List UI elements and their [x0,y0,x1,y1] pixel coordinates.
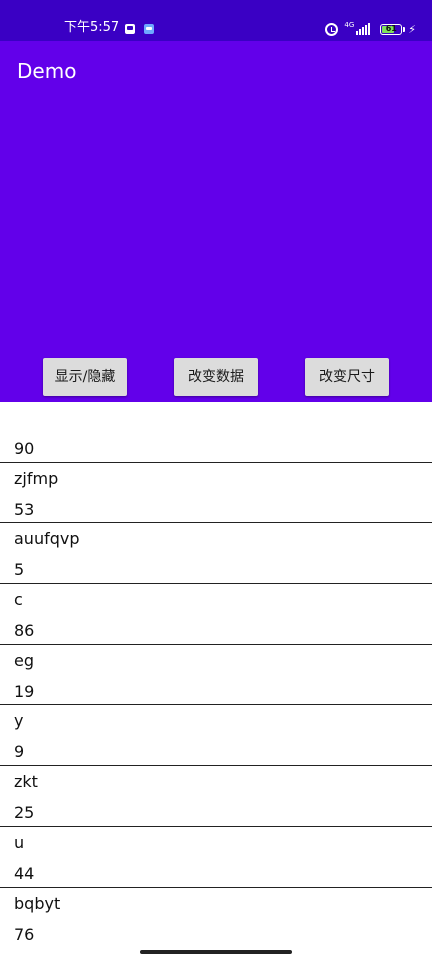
list-item-title: u [14,832,25,852]
screen: 下午5:57 4G 61 ⚡ Demo 显示/隐藏 改变数据 改变尺寸 90 z… [0,0,432,960]
list-item-title: eg [14,650,34,670]
list-item[interactable]: c 86 [0,584,432,645]
list-item-title: zkt [14,772,38,792]
list-item[interactable]: bqbyt 76 [0,888,432,949]
list-item-value: 90 [14,439,35,458]
item-list[interactable]: 90 zjfmp 53 auufqvp 5 c 86 eg 19 y 9 zkt… [0,402,432,948]
list-item-title: bqbyt [14,893,61,913]
list-item-value: 76 [14,924,35,944]
toggle-visibility-button[interactable]: 显示/隐藏 [43,358,127,396]
list-item[interactable]: 90 [0,402,432,463]
battery-level: 61 [385,23,397,33]
list-item-title: y [14,711,24,731]
list-item-value: 86 [14,621,35,641]
status-bar: 下午5:57 4G 61 ⚡ [0,0,432,41]
header-panel: Demo 显示/隐藏 改变数据 改变尺寸 [0,41,432,402]
list-item-value: 19 [14,681,35,701]
list-item[interactable]: auufqvp 5 [0,523,432,585]
app-title: Demo [17,59,77,83]
notification-icon [125,24,135,34]
status-time: 下午5:57 [64,20,120,35]
list-item-value: 5 [14,560,25,580]
list-item[interactable]: eg 19 [0,645,432,706]
list-item-title: c [14,590,23,610]
message-notification-icon [144,24,154,34]
list-item[interactable]: zkt 25 [0,766,432,827]
alarm-icon [325,22,339,36]
charging-icon: ⚡ [408,22,416,36]
signal-icon [356,23,371,35]
list-item-value: 53 [14,499,35,519]
list-item-value: 44 [14,863,35,883]
list-item-value: 9 [14,742,25,762]
list-item[interactable]: u 44 [0,827,432,888]
change-data-button[interactable]: 改变数据 [174,358,258,396]
network-type-label: 4G [344,21,355,29]
list-item-value: 25 [14,803,35,823]
change-size-button[interactable]: 改变尺寸 [305,358,389,396]
list-item-title: zjfmp [14,468,59,488]
list-item-title: auufqvp [14,529,80,549]
battery-icon: 61 [380,23,406,35]
home-indicator[interactable] [140,950,292,954]
list-item[interactable]: y 9 [0,705,432,767]
status-icons: 4G 61 ⚡ [325,20,416,38]
list-item[interactable]: zjfmp 53 [0,463,432,524]
